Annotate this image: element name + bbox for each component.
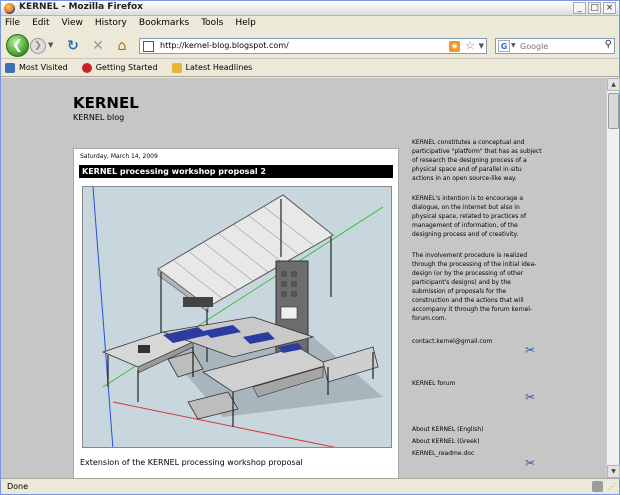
blog-description: KERNEL blog	[73, 113, 125, 122]
menu-bar: File Edit View History Bookmarks Tools H…	[1, 16, 619, 31]
address-bar[interactable]: http://kernel-blog.blogspot.com/ ◉ ☆ ▼	[139, 38, 487, 54]
post-title[interactable]: KERNEL processing workshop proposal 2	[79, 165, 393, 178]
menu-tools[interactable]: Tools	[201, 16, 223, 31]
rss-folder-icon	[171, 62, 182, 73]
minimize-button[interactable]: _	[573, 2, 586, 14]
bookmark-label: Getting Started	[95, 63, 158, 72]
stop-icon[interactable]: ✕	[90, 38, 106, 54]
menu-file[interactable]: File	[5, 16, 20, 31]
edit-tools-icon[interactable]: ✂	[525, 343, 535, 357]
window-controls: _ □ ×	[573, 2, 616, 14]
menu-view[interactable]: View	[62, 16, 83, 31]
title-bar: KERNEL - Mozilla Firefox _ □ ×	[1, 1, 619, 16]
home-icon[interactable]: ⌂	[114, 38, 130, 54]
window-title: KERNEL - Mozilla Firefox	[19, 2, 143, 12]
history-dropdown-icon[interactable]: ▼	[48, 41, 53, 49]
search-icon[interactable]: ⚲	[605, 39, 612, 50]
firefox-icon	[4, 3, 15, 14]
close-button[interactable]: ×	[603, 2, 616, 14]
blog-post: Saturday, March 14, 2009 KERNEL processi…	[73, 148, 399, 478]
navigation-toolbar: ❮ ❯ ▼ ↻ ✕ ⌂ http://kernel-blog.blogspot.…	[1, 31, 619, 59]
url-text[interactable]: http://kernel-blog.blogspot.com/	[160, 41, 289, 50]
bookmark-most-visited[interactable]: Most Visited	[5, 59, 68, 76]
bookmark-label: Latest Headlines	[185, 63, 253, 72]
post-image[interactable]	[82, 186, 392, 448]
menu-history[interactable]: History	[95, 16, 127, 31]
menu-edit[interactable]: Edit	[32, 16, 49, 31]
site-identity-icon[interactable]	[143, 41, 154, 52]
maximize-button[interactable]: □	[588, 2, 601, 14]
menu-help[interactable]: Help	[235, 16, 256, 31]
contact-email-link[interactable]: contact.kernel@gmail.com	[412, 336, 542, 347]
bookmark-latest-headlines[interactable]: Latest Headlines	[171, 59, 253, 76]
blog-title[interactable]: KERNEL	[73, 94, 139, 112]
bookmark-getting-started[interactable]: Getting Started	[81, 59, 158, 76]
vertical-scrollbar[interactable]: ▲ ▼	[606, 78, 620, 478]
reload-icon[interactable]: ↻	[65, 38, 81, 54]
sidebar-about-paragraph-1: KERNEL constitutes a conceptual and part…	[412, 139, 542, 182]
sidebar-about-paragraph-3: The involvement procedure is realized th…	[412, 252, 537, 322]
edit-tools-icon[interactable]: ✂	[525, 390, 535, 404]
rss-feed-icon[interactable]: ◉	[449, 41, 460, 52]
status-bar: Done ⋰	[1, 478, 619, 494]
edit-tools-icon[interactable]: ✂	[525, 456, 535, 470]
scrollbar-thumb[interactable]	[608, 93, 619, 129]
google-engine-icon[interactable]: G	[498, 40, 510, 52]
about-greek-link[interactable]: About KERNEL (Greek)	[412, 436, 542, 447]
search-engine-dropdown-icon[interactable]: ▼	[511, 42, 516, 49]
search-input[interactable]	[520, 40, 598, 52]
forward-button[interactable]: ❯	[30, 38, 46, 54]
post-caption: Extension of the KERNEL processing works…	[80, 458, 303, 467]
sidebar-about-paragraph-2: KERNEL's intention is to encourage a dia…	[412, 195, 527, 238]
most-visited-icon	[5, 62, 15, 73]
search-bar[interactable]: G ▼ ⚲	[495, 38, 615, 54]
status-text: Done	[7, 482, 29, 491]
resize-grip-icon[interactable]: ⋰	[608, 482, 616, 491]
back-button[interactable]: ❮	[6, 34, 29, 57]
getting-started-icon	[81, 62, 92, 73]
url-dropdown-icon[interactable]: ▼	[479, 42, 484, 50]
scroll-up-arrow-icon[interactable]: ▲	[607, 78, 620, 91]
3d-model-render	[83, 187, 391, 447]
menu-bookmarks[interactable]: Bookmarks	[139, 16, 189, 31]
scroll-down-arrow-icon[interactable]: ▼	[607, 465, 620, 478]
addon-status-icon[interactable]	[592, 481, 603, 492]
browser-window: KERNEL - Mozilla Firefox _ □ × File Edit…	[0, 0, 620, 495]
page-content: KERNEL KERNEL blog Saturday, March 14, 2…	[1, 78, 606, 478]
post-date: Saturday, March 14, 2009	[80, 153, 158, 160]
about-english-link[interactable]: About KERNEL (English)	[412, 424, 542, 435]
readme-link[interactable]: KERNEL_readme.doc	[412, 448, 542, 459]
forum-link[interactable]: KERNEL forum	[412, 378, 542, 389]
bookmarks-toolbar: Most Visited Getting Started Latest Head…	[1, 59, 619, 77]
bookmark-star-icon[interactable]: ☆	[465, 39, 475, 52]
bookmark-label: Most Visited	[19, 63, 68, 72]
